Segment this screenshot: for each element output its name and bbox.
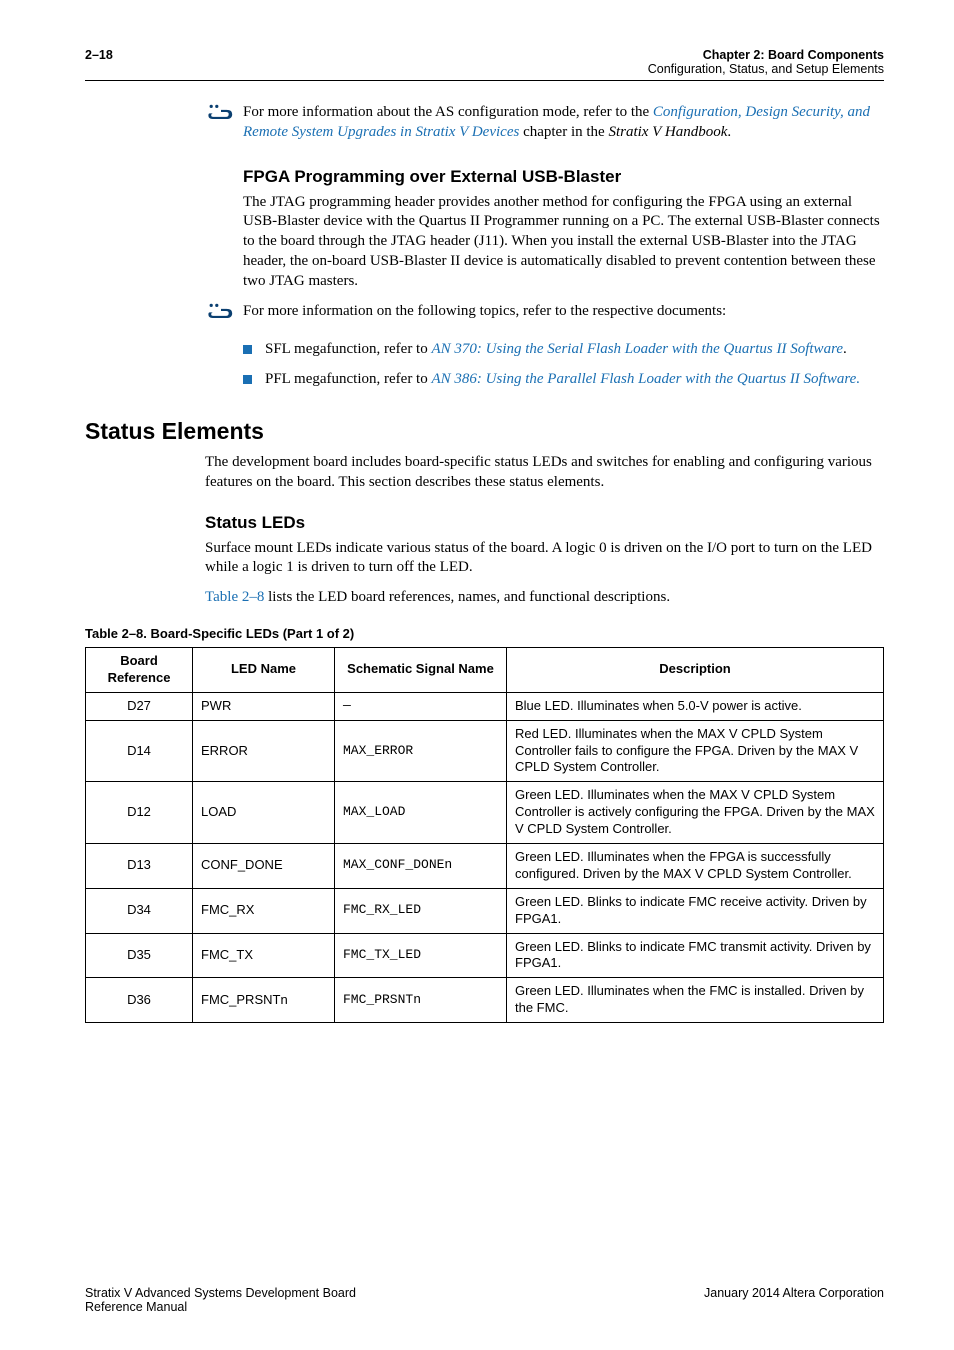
cell-led-name: PWR	[193, 692, 335, 720]
cell-schematic: MAX_CONF_DONEn	[335, 843, 507, 888]
cell-description: Green LED. Illuminates when the FPGA is …	[507, 843, 884, 888]
section-title: Configuration, Status, and Setup Element…	[648, 62, 884, 76]
bullet-post: .	[843, 341, 847, 357]
reference-block-1: For more information about the AS config…	[205, 103, 884, 143]
cell-description: Blue LED. Illuminates when 5.0-V power i…	[507, 692, 884, 720]
bullet-pre: SFL megafunction, refer to	[265, 341, 431, 357]
cell-schematic: FMC_TX_LED	[335, 933, 507, 978]
table-row: D14ERRORMAX_ERRORRed LED. Illuminates wh…	[86, 720, 884, 782]
cell-led-name: FMC_PRSNTn	[193, 978, 335, 1023]
reference-block-2: For more information on the following to…	[205, 302, 884, 327]
bullet-item: SFL megafunction, refer to AN 370: Using…	[243, 340, 884, 360]
heading-status-leds: Status LEDs	[205, 513, 884, 533]
heading-fpga-programming: FPGA Programming over External USB-Blast…	[243, 167, 884, 187]
bullet-link[interactable]: AN 370: Using the Serial Flash Loader wi…	[431, 341, 843, 357]
table-row: D13CONF_DONEMAX_CONF_DONEnGreen LED. Ill…	[86, 843, 884, 888]
cell-board-ref: D35	[86, 933, 193, 978]
bullet-item: PFL megafunction, refer to AN 386: Using…	[243, 370, 884, 390]
cell-description: Green LED. Illuminates when the FMC is i…	[507, 978, 884, 1023]
ref1-end: .	[727, 124, 731, 140]
cell-schematic: MAX_ERROR	[335, 720, 507, 782]
table-ref-link[interactable]: Table 2–8	[205, 589, 264, 605]
header-rule	[85, 80, 884, 81]
cell-led-name: ERROR	[193, 720, 335, 782]
table-row: D34FMC_RXFMC_RX_LEDGreen LED. Blinks to …	[86, 888, 884, 933]
bullet-pre: PFL megafunction, refer to	[265, 371, 431, 387]
cell-schematic: FMC_RX_LED	[335, 888, 507, 933]
footer-right: January 2014 Altera Corporation	[704, 1286, 884, 1314]
footer-left-2: Reference Manual	[85, 1300, 187, 1314]
bullet-list: SFL megafunction, refer to AN 370: Using…	[243, 340, 884, 390]
page-number: 2–18	[85, 48, 113, 76]
cell-board-ref: D12	[86, 782, 193, 844]
ref1-ital: Stratix V Handbook	[608, 124, 727, 140]
cell-description: Green LED. Illuminates when the MAX V CP…	[507, 782, 884, 844]
cell-schematic: FMC_PRSNTn	[335, 978, 507, 1023]
table-ref-post: lists the LED board references, names, a…	[264, 589, 670, 605]
para-table-ref: Table 2–8 lists the LED board references…	[205, 588, 884, 608]
th-led-name: LED Name	[193, 647, 335, 692]
table-row: D36FMC_PRSNTnFMC_PRSNTnGreen LED. Illumi…	[86, 978, 884, 1023]
cell-led-name: LOAD	[193, 782, 335, 844]
page-footer: Stratix V Advanced Systems Development B…	[85, 1286, 884, 1314]
cell-board-ref: D36	[86, 978, 193, 1023]
ref1-mid: chapter in the	[519, 124, 608, 140]
para-leds: Surface mount LEDs indicate various stat…	[205, 539, 884, 579]
table-caption: Table 2–8. Board-Specific LEDs (Part 1 o…	[85, 626, 884, 641]
para-status: The development board includes board-spe…	[205, 453, 884, 493]
cell-board-ref: D34	[86, 888, 193, 933]
table-row: D12LOADMAX_LOADGreen LED. Illuminates wh…	[86, 782, 884, 844]
th-description: Description	[507, 647, 884, 692]
hand-point-icon	[205, 302, 235, 327]
heading-status-elements: Status Elements	[85, 418, 884, 445]
cell-board-ref: D14	[86, 720, 193, 782]
table-row: D27PWR—Blue LED. Illuminates when 5.0-V …	[86, 692, 884, 720]
bullet-link[interactable]: AN 386: Using the Parallel Flash Loader …	[431, 371, 860, 387]
header-right: Chapter 2: Board Components Configuratio…	[648, 48, 884, 76]
cell-description: Green LED. Blinks to indicate FMC transm…	[507, 933, 884, 978]
cell-led-name: FMC_TX	[193, 933, 335, 978]
chapter-title: Chapter 2: Board Components	[703, 48, 884, 62]
hand-point-icon	[205, 103, 235, 143]
cell-led-name: FMC_RX	[193, 888, 335, 933]
cell-schematic: MAX_LOAD	[335, 782, 507, 844]
leds-table: Board Reference LED Name Schematic Signa…	[85, 647, 884, 1023]
cell-board-ref: D13	[86, 843, 193, 888]
cell-description: Green LED. Blinks to indicate FMC receiv…	[507, 888, 884, 933]
cell-description: Red LED. Illuminates when the MAX V CPLD…	[507, 720, 884, 782]
para-fpga: The JTAG programming header provides ano…	[243, 193, 884, 292]
cell-led-name: CONF_DONE	[193, 843, 335, 888]
page-header: 2–18 Chapter 2: Board Components Configu…	[85, 48, 884, 80]
ref2-text: For more information on the following to…	[243, 302, 884, 327]
footer-left-1: Stratix V Advanced Systems Development B…	[85, 1286, 356, 1300]
cell-schematic: —	[335, 692, 507, 720]
th-schematic: Schematic Signal Name	[335, 647, 507, 692]
cell-board-ref: D27	[86, 692, 193, 720]
ref1-pre: For more information about the AS config…	[243, 104, 653, 120]
table-header-row: Board Reference LED Name Schematic Signa…	[86, 647, 884, 692]
th-board-ref: Board Reference	[86, 647, 193, 692]
table-row: D35FMC_TXFMC_TX_LEDGreen LED. Blinks to …	[86, 933, 884, 978]
